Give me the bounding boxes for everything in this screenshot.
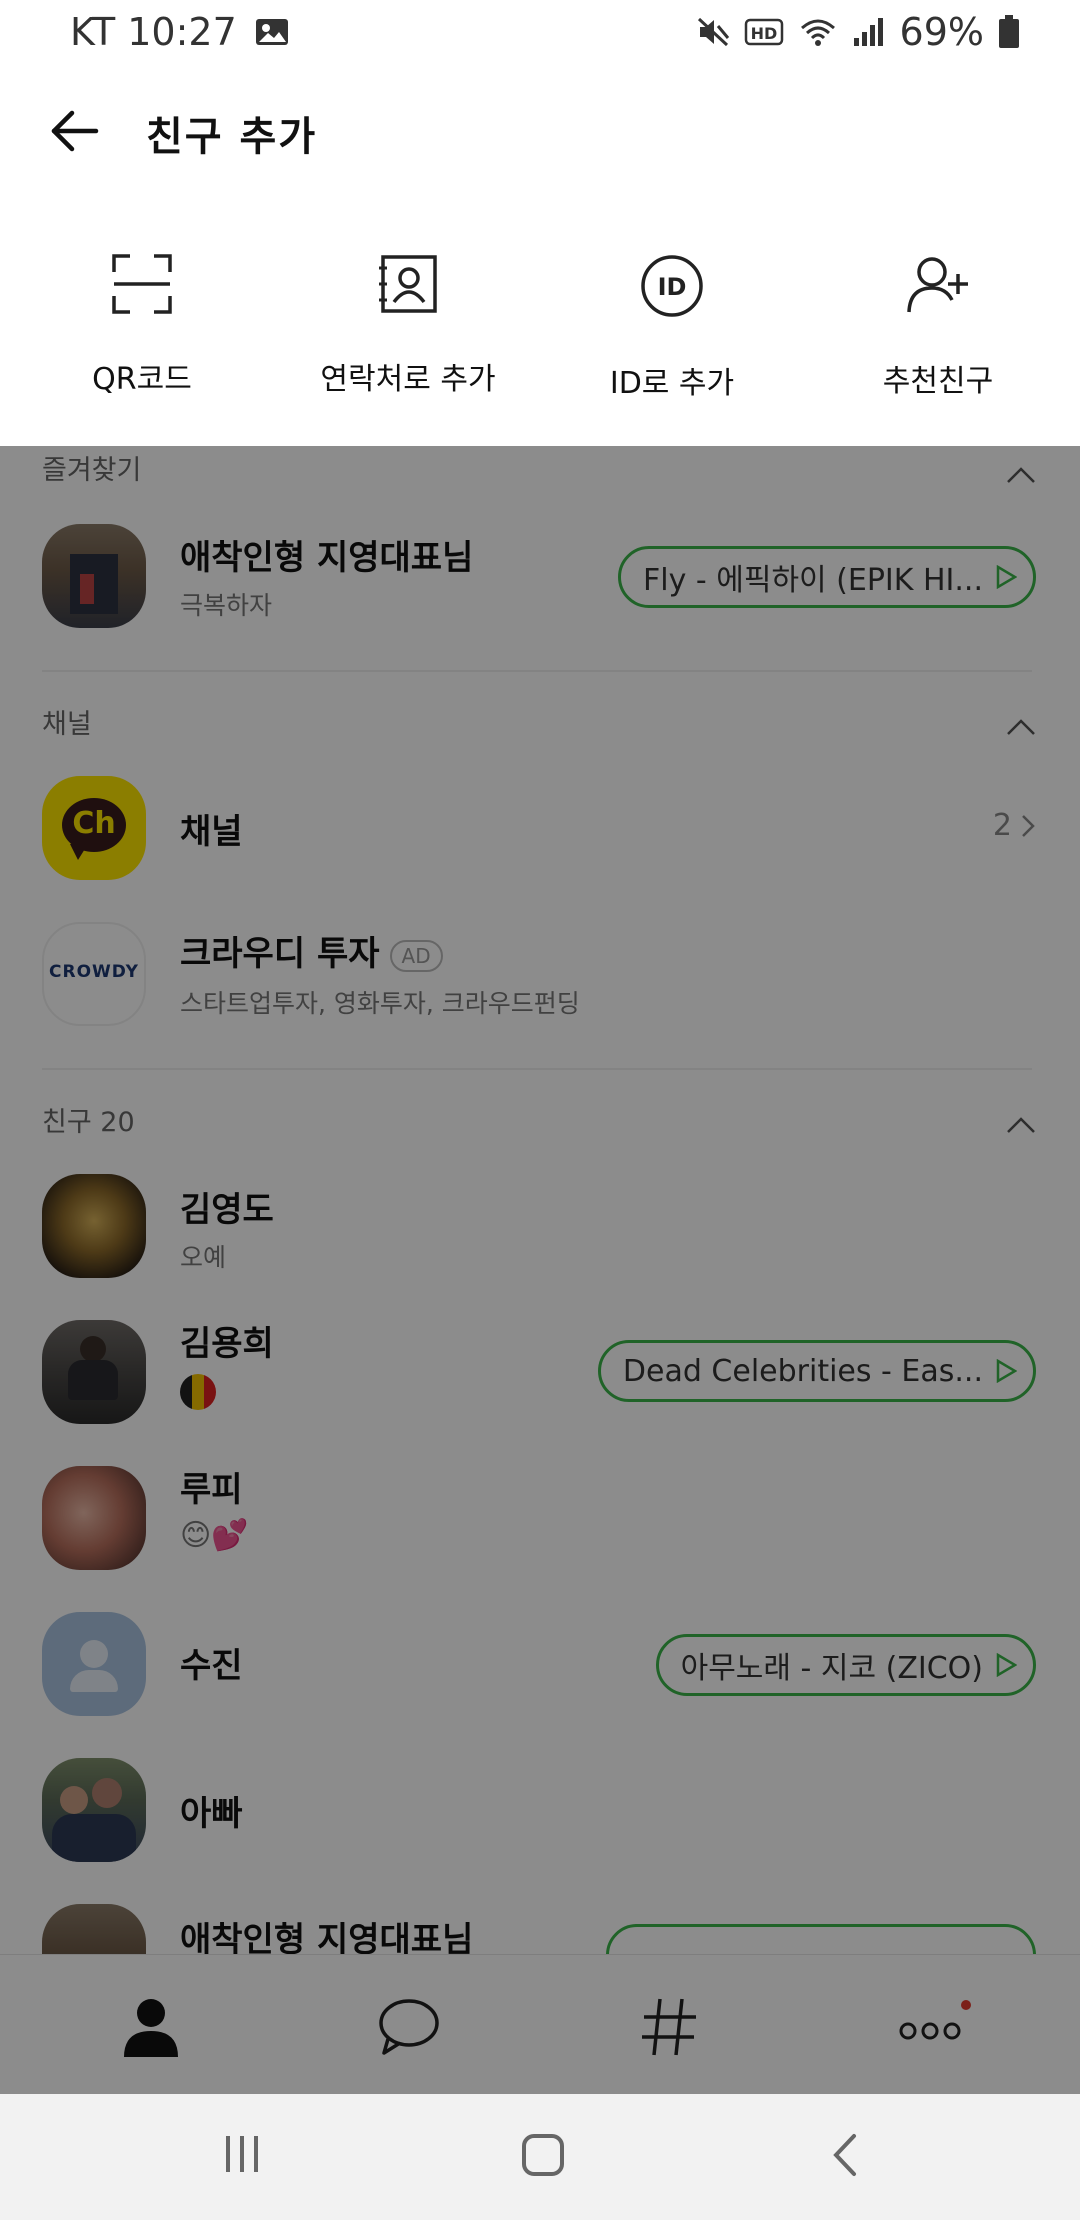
signal-icon: [853, 18, 883, 46]
qr-code-label: QR코드: [92, 362, 192, 397]
contact-add-label: 연락처로 추가: [320, 362, 496, 397]
page-title: 친구 추가: [146, 114, 318, 160]
wifi-icon: [800, 19, 835, 46]
carrier-time: KT 10:27: [70, 10, 237, 54]
recommended-friends-option[interactable]: 추천친구: [808, 254, 1068, 400]
system-navigation-bar: [0, 2094, 1080, 2220]
id-add-option[interactable]: ID ID로 추가: [542, 254, 802, 402]
battery-percent: 69%: [899, 10, 984, 54]
person-add-icon: [907, 257, 968, 313]
battery-icon: [999, 15, 1019, 48]
back-nav-icon[interactable]: [830, 2132, 860, 2178]
add-friend-options: QR코드 연락처로 추가 ID ID로 추가 추천친구: [0, 194, 1080, 446]
dim-overlay[interactable]: [0, 446, 1080, 2094]
qr-scan-icon: [112, 254, 172, 314]
status-bar: KT 10:27 HD 69%: [0, 0, 1080, 64]
hd-voice-icon: HD: [744, 18, 783, 46]
contact-book-icon: [379, 255, 437, 313]
back-arrow-icon[interactable]: [48, 104, 102, 158]
svg-text:HD: HD: [750, 24, 777, 43]
id-add-label: ID로 추가: [609, 366, 735, 401]
contact-add-option[interactable]: 연락처로 추가: [278, 254, 538, 398]
app-header: 친구 추가: [0, 64, 1080, 194]
svg-text:ID: ID: [658, 273, 687, 301]
gallery-icon: [255, 19, 288, 45]
qr-code-option[interactable]: QR코드: [12, 254, 272, 398]
recommended-friends-label: 추천친구: [882, 364, 994, 399]
id-circle-icon: ID: [641, 255, 703, 317]
recent-apps-icon[interactable]: [222, 2132, 262, 2176]
home-icon[interactable]: [520, 2132, 566, 2178]
mute-icon: [697, 17, 729, 47]
